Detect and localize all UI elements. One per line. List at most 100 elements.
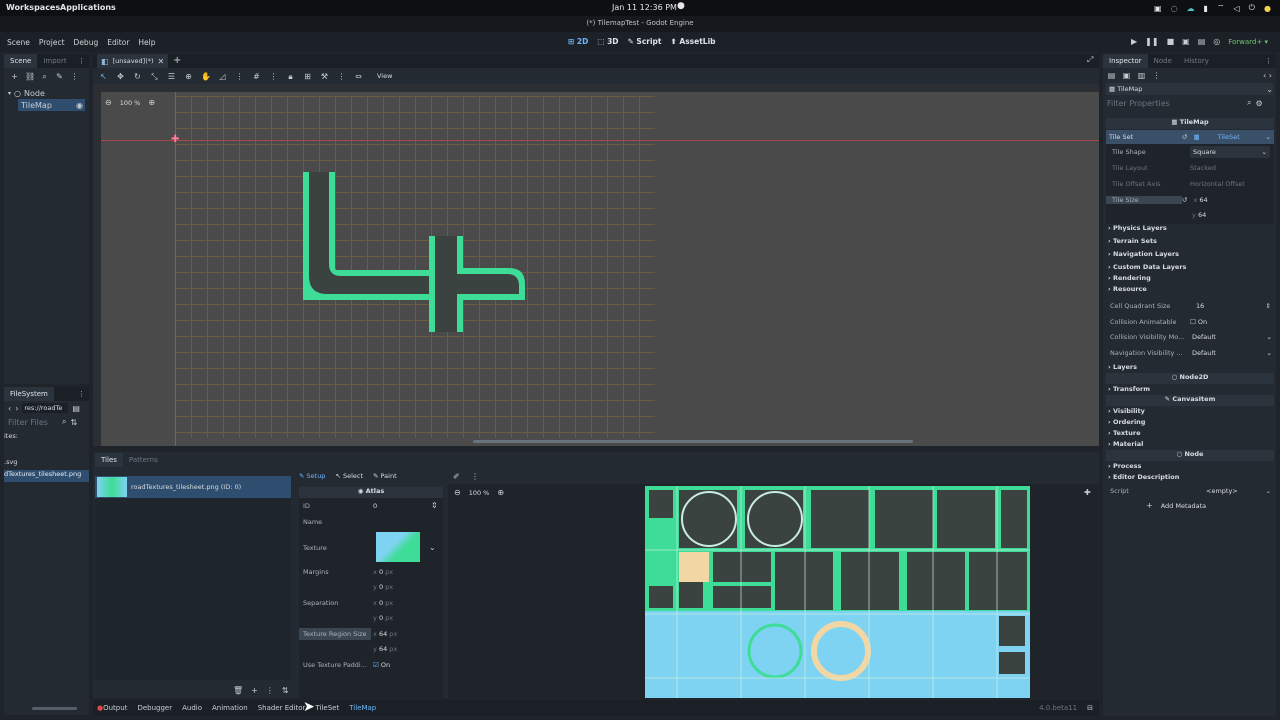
group-physics-layers[interactable]: › Physics Layers [1108, 224, 1274, 237]
eraser-icon[interactable]: ✐ [453, 472, 460, 481]
sort-icon[interactable]: ⇅ [282, 686, 289, 695]
menu-scene[interactable]: Scene [7, 38, 30, 47]
group-custom-data-layers[interactable]: › Custom Data Layers [1108, 263, 1274, 274]
workspace-script-button[interactable]: ✎ Script [628, 37, 662, 46]
dock-menu-icon[interactable]: ⋮ [78, 390, 85, 398]
visibility-eye-icon[interactable]: ◉ [76, 101, 83, 110]
zoom-in-icon[interactable]: ⊕ [148, 98, 155, 107]
collapse-arrow-icon[interactable]: ▾ [8, 90, 11, 97]
play-custom-icon[interactable]: ▤ [1198, 37, 1206, 46]
more-icon[interactable]: ⋮ [266, 686, 274, 695]
tab-shader-editor[interactable]: Shader Editor [258, 704, 306, 712]
collision-anim-checkbox[interactable]: ☐ On [1190, 318, 1207, 326]
tray-app-icon[interactable]: ▣ [1154, 4, 1162, 13]
h-scrollbar[interactable] [473, 440, 913, 443]
filter-options-icon[interactable]: ⚙ [1255, 99, 1262, 108]
play-scene-icon[interactable]: ▣ [1182, 37, 1190, 46]
collision-vis-select[interactable]: Default ⌄ [1192, 333, 1272, 341]
atlas-view[interactable]: ⊖ 100 % ⊕ ✚ [448, 484, 1099, 698]
scale-mode-icon[interactable]: ⤡ [150, 72, 159, 81]
distraction-free-icon[interactable]: ⤢ [1087, 55, 1093, 65]
chevron-down-icon[interactable]: ⌄ [429, 543, 436, 552]
tab-history[interactable]: History [1178, 54, 1215, 68]
menu-editor[interactable]: Editor [107, 38, 129, 47]
panel-toggle-icon[interactable]: ⊟ [1087, 704, 1093, 712]
texture-preview[interactable] [376, 532, 420, 562]
group-icon[interactable]: ⊞ [303, 72, 312, 81]
tab-node[interactable]: Node [1148, 54, 1178, 68]
object-selector[interactable]: ▦ TileMap ⌄ [1106, 83, 1273, 95]
padding-checkbox[interactable]: ☑ On [373, 661, 390, 669]
menu-icon[interactable]: ⋮ [70, 72, 79, 81]
view-menu[interactable]: View [377, 72, 392, 80]
tab-scene[interactable]: Scene [4, 54, 38, 68]
cell-quadrant-value[interactable]: 16 [1196, 302, 1204, 310]
tab-tilemap[interactable]: TileMap [349, 704, 376, 712]
group-transform[interactable]: › Transform [1108, 385, 1150, 393]
search-icon[interactable]: ⌕ [40, 72, 49, 81]
add-metadata-button[interactable]: + Add Metadata [1146, 501, 1206, 510]
group-terrain-sets[interactable]: › Terrain Sets [1108, 237, 1274, 250]
margins-y[interactable]: y 0 px [373, 583, 393, 591]
pivot-icon[interactable]: ⊕ [184, 72, 193, 81]
add-tile-icon[interactable]: ✚ [1084, 488, 1091, 497]
more-icon[interactable]: ⋮ [471, 472, 479, 481]
dock-menu-icon[interactable]: ⋮ [1265, 57, 1272, 65]
group-rendering[interactable]: › Rendering [1108, 274, 1274, 285]
tray-battery-icon[interactable]: ▮ [1204, 4, 1208, 13]
filter-files-input[interactable]: Filter Files [8, 418, 62, 427]
sort-icon[interactable]: ⇅ [70, 418, 77, 427]
bone-icon[interactable]: ⚒ [320, 72, 329, 81]
renderer-select[interactable]: Forward+ ▾ [1228, 38, 1268, 46]
rotate-mode-icon[interactable]: ↻ [133, 72, 142, 81]
tileset-value[interactable]: TileSet [1218, 133, 1240, 141]
revert-icon[interactable]: ↺ [1182, 133, 1187, 141]
grid-snap-icon[interactable]: # [252, 72, 261, 81]
transform-icon[interactable]: ⇔ [354, 72, 363, 81]
group-texture[interactable]: › Texture [1108, 429, 1145, 440]
zoom-level[interactable]: 100 % [120, 99, 141, 107]
workspace-3d-button[interactable]: ⬚ 3D [597, 37, 618, 46]
tree-node-root[interactable]: ▾ ○ Node [8, 87, 85, 99]
lock-icon[interactable]: 🔒︎ [286, 72, 295, 81]
split-view-icon[interactable]: ▤ [72, 404, 80, 413]
delete-icon[interactable]: 🗑︎ [233, 686, 243, 695]
file-entry[interactable]: ites: [4, 432, 89, 444]
menu-debug[interactable]: Debug [74, 38, 99, 47]
id-value[interactable]: 0 [373, 502, 377, 510]
2d-viewport[interactable]: ✚ ⊖ 100 % ⊕ [93, 84, 1099, 446]
add-node-icon[interactable]: + [10, 72, 19, 81]
group-editor-description[interactable]: › Editor Description [1108, 473, 1179, 484]
tile-size-x[interactable]: x 64 [1193, 196, 1207, 204]
source-item[interactable]: roadTextures_tilesheet.png (ID: 0) [95, 476, 291, 498]
menu-project[interactable]: Project [39, 38, 65, 47]
select-mode-icon[interactable]: ↖ [99, 72, 108, 81]
tab-inspector[interactable]: Inspector [1103, 54, 1148, 68]
tileset-row[interactable]: Tile Set ↺ ▦ TileSet ⌄ [1106, 130, 1274, 144]
move-mode-icon[interactable]: ✥ [116, 72, 125, 81]
tray-sync-icon[interactable]: ◌ [1171, 4, 1178, 13]
select-tab[interactable]: ↖ Select [335, 472, 363, 480]
history-nav-icon[interactable]: ‹ › [1263, 71, 1272, 80]
tab-output[interactable]: ●Output [97, 704, 127, 712]
tab-filesystem[interactable]: FileSystem [4, 387, 54, 401]
back-icon[interactable]: ‹ [8, 404, 11, 413]
file-entry-selected[interactable]: dTextures_tilesheet.png [4, 470, 89, 482]
volume-icon[interactable]: ◁ [1233, 4, 1239, 13]
pan-icon[interactable]: ✋ [201, 72, 211, 81]
scene-tab[interactable]: ◧ [unsaved](*) ✕ [97, 54, 169, 68]
atlas-zoom-level[interactable]: 100 % [469, 489, 490, 497]
nav-vis-select[interactable]: Default ⌄ [1192, 349, 1272, 357]
zoom-out-icon[interactable]: ⊖ [105, 98, 112, 107]
region-y[interactable]: y 64 px [373, 645, 397, 653]
list-select-icon[interactable]: ☰ [167, 72, 176, 81]
play-icon[interactable]: ▶ [1131, 37, 1137, 46]
scrollbar[interactable] [32, 707, 77, 710]
script-icon[interactable]: ✎ [55, 72, 64, 81]
menu-help[interactable]: Help [138, 38, 155, 47]
add-tab-icon[interactable]: + [173, 55, 181, 66]
separation-x[interactable]: x 0 px [373, 599, 393, 607]
stop-icon[interactable]: ■ [1167, 37, 1175, 46]
workspace-assetlib-button[interactable]: ⬆ AssetLib [671, 37, 716, 46]
group-visibility[interactable]: › Visibility [1108, 407, 1145, 418]
